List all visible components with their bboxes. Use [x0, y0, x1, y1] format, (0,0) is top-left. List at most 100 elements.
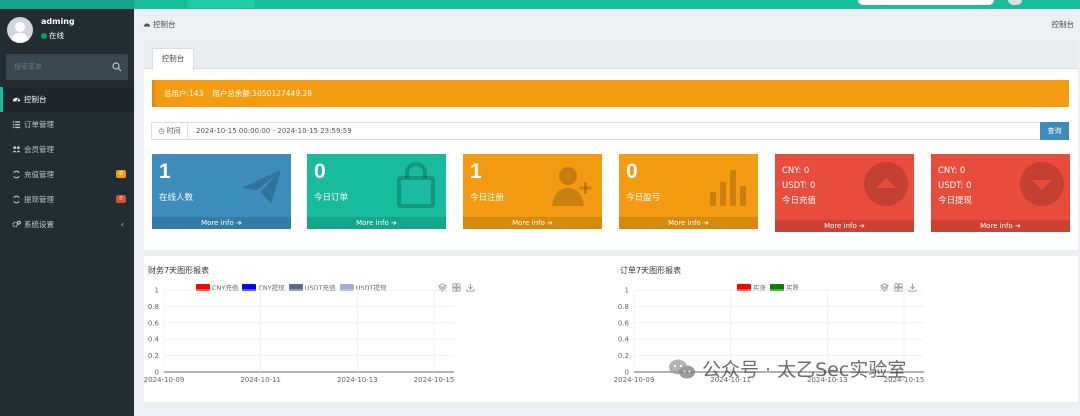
sidebar-item-settings[interactable]: 系统设置 ‹ [0, 212, 134, 237]
finance-chart-title: 财务7天图形报表 [148, 266, 210, 275]
more-info-link[interactable]: More info ➔ [775, 220, 914, 232]
more-info-link[interactable]: More info ➔ [152, 217, 291, 229]
arrow-right-icon: ➔ [1015, 222, 1021, 230]
info-box-registrations: 1 今日注册 More info ➔ [463, 154, 602, 229]
orders-count: 0 [314, 160, 326, 183]
sidebar-menu: 控制台 订单管理 会员管理 充值管理 0 提现管理 0 系统设置 ‹ [0, 87, 134, 237]
arrow-down-circle-icon [1020, 162, 1064, 206]
orders-label: 今日订单 [314, 193, 349, 203]
recharge-label: 今日充值 [782, 196, 817, 206]
more-info-link[interactable]: More info ➔ [307, 217, 446, 229]
paper-plane-icon [241, 170, 281, 204]
more-info-link[interactable]: More info ➔ [619, 217, 758, 229]
watermark-text: 公众号 · 太乙Sec实验室 [702, 359, 907, 381]
bar-chart-icon [710, 170, 746, 206]
users-icon [12, 146, 21, 153]
online-count: 1 [159, 160, 171, 183]
info-box-profit: 0 今日盈亏 More info ➔ [619, 154, 758, 229]
content-header: 控制台 控制台 [134, 9, 1080, 39]
arrow-right-icon: ➔ [547, 219, 553, 227]
x-tick-label: 2024-10-09 [614, 376, 654, 384]
y-tick-label: 0.4 [618, 336, 630, 344]
recharge-icon [13, 170, 20, 179]
profit-value: 0 [626, 160, 638, 183]
chevron-left-icon: ‹ [120, 220, 124, 229]
breadcrumb-label[interactable]: 控制台 [153, 19, 176, 30]
withdraw-usdt: USDT: 0 [938, 181, 972, 191]
x-tick-label: 2024-10-13 [337, 376, 378, 384]
arrow-right-icon: ➔ [703, 219, 709, 227]
y-tick-label: 0.2 [618, 352, 629, 360]
watermark: 公众号 · 太乙Sec实验室 [668, 355, 906, 382]
breadcrumb: 控制台 [143, 19, 176, 30]
stats-alert: 总用户:143 用户总余额:1050127449.28 [152, 80, 1069, 107]
page-title: 控制台 [1051, 20, 1075, 29]
withdraw-lines: CNY: 0 USDT: 0 今日提现 [938, 164, 972, 209]
recharge-cny: CNY: 0 [782, 166, 810, 176]
y-tick-label: 1 [625, 287, 629, 295]
cogs-icon [12, 220, 21, 228]
shopping-bag-icon [397, 162, 435, 208]
online-label: 在线人数 [159, 193, 194, 203]
recharge-usdt: USDT: 0 [782, 181, 816, 191]
search-icon[interactable] [112, 62, 122, 72]
sidebar-item-label: 会员管理 [24, 145, 54, 154]
online-dot-icon [41, 32, 47, 39]
sidebar-item-label: 充值管理 [24, 170, 54, 179]
sidebar-item-label: 控制台 [24, 95, 47, 104]
sidebar-search-input[interactable] [6, 54, 106, 80]
sidebar-item-label: 订单管理 [24, 120, 54, 129]
more-info-link[interactable]: More info ➔ [931, 220, 1070, 232]
avatar[interactable] [7, 17, 33, 43]
sidebar-item-members[interactable]: 会员管理 [0, 137, 134, 162]
tab-dashboard[interactable]: 控制台 [152, 48, 194, 70]
sidebar-item-orders[interactable]: 订单管理 [0, 112, 134, 137]
user-plus-icon [552, 167, 592, 206]
info-box-orders: 0 今日订单 More info ➔ [307, 154, 446, 229]
withdraw-label: 今日提现 [938, 196, 973, 206]
sidebar-item-dashboard[interactable]: 控制台 [0, 87, 134, 112]
logo-area[interactable] [0, 0, 134, 9]
more-info-link[interactable]: More info ➔ [463, 217, 602, 229]
time-filter: ◷ 时间 2024-10-15 00:00:00 - 2024-10-15 23… [151, 122, 1069, 140]
wechat-icon [669, 359, 695, 378]
withdraw-icon [13, 195, 20, 204]
sidebar-search [6, 54, 128, 80]
sidebar: adming 在线 控制台 订单管理 [0, 9, 134, 416]
sidebar-item-label: 系统设置 [24, 220, 54, 229]
top-search[interactable] [858, 0, 994, 5]
y-tick-label: 0.6 [148, 319, 160, 327]
arrow-right-icon: ➔ [236, 219, 242, 227]
withdraw-cny: CNY: 0 [938, 166, 966, 176]
y-tick-label: 0.2 [148, 352, 159, 360]
x-tick-label: 2024-10-09 [144, 376, 184, 384]
top-avatar[interactable] [1008, 0, 1022, 5]
recharge-count-badge: 0 [116, 170, 126, 178]
date-range-input[interactable]: 2024-10-15 00:00:00 - 2024-10-15 23:59:5… [196, 123, 352, 139]
recharge-lines: CNY: 0 USDT: 0 今日充值 [782, 164, 816, 209]
x-tick-label: 2024-10-15 [414, 376, 455, 384]
withdraw-count-badge: 0 [116, 195, 126, 203]
arrow-up-circle-icon [864, 162, 908, 206]
registrations-count: 1 [470, 160, 482, 183]
profit-label: 今日盈亏 [626, 193, 661, 203]
nav-tab[interactable] [187, 0, 255, 8]
time-addon: ◷ 时间 [152, 123, 188, 139]
y-tick-label: 0.8 [618, 303, 629, 311]
user-total-balance: 用户总余额:1050127449.28 [212, 89, 313, 98]
x-tick-label: 2024-10-11 [240, 376, 281, 384]
dashboard-icon [12, 97, 21, 102]
panel-tabs: 控制台 [144, 40, 1078, 70]
user-status: 在线 [41, 30, 64, 41]
arrow-right-icon: ➔ [859, 222, 865, 230]
query-button[interactable]: 查询 [1040, 122, 1069, 140]
finance-line-chart: 10.80.60.40.202024-10-09 2024-10-11 2024-1… [144, 287, 455, 385]
y-tick-label: 1 [155, 287, 159, 295]
total-users: 总用户:143 [164, 89, 204, 98]
sidebar-item-withdraw[interactable]: 提现管理 0 [0, 187, 134, 212]
order-chart-title: 订单7天图形报表 [620, 266, 682, 275]
y-tick-label: 0.8 [148, 303, 159, 311]
sidebar-item-recharge[interactable]: 充值管理 0 [0, 162, 134, 187]
user-name: adming [41, 17, 75, 26]
y-tick-label: 0.6 [618, 319, 630, 327]
